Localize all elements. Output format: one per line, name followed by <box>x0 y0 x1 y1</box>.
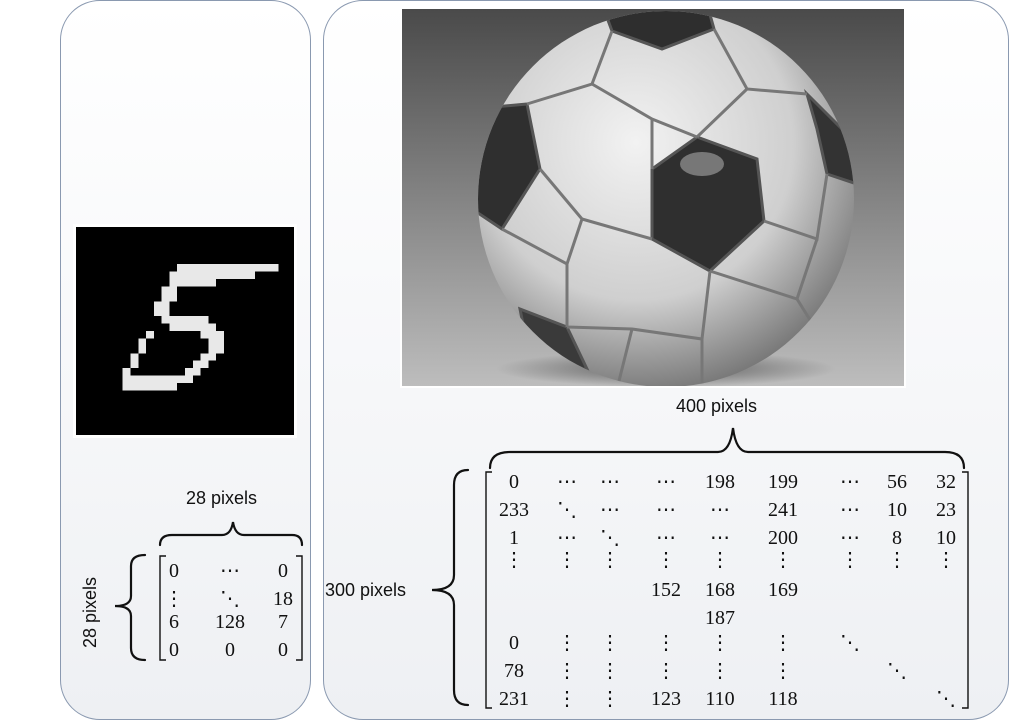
big-matrix-cell: 200 <box>768 527 798 549</box>
big-height-brace <box>431 468 470 707</box>
big-matrix-cell: ⋱ <box>936 688 956 710</box>
big-matrix-cell: 110 <box>705 688 735 710</box>
big-matrix-cell: 169 <box>768 579 798 601</box>
big-matrix-right-bracket <box>962 471 969 709</box>
big-matrix-cell: ⋮ <box>600 549 620 571</box>
big-matrix-cell: ⋱ <box>840 632 860 654</box>
big-matrix-cell: ⋮ <box>887 549 907 571</box>
big-matrix-cell: 0 <box>509 632 519 654</box>
small-matrix-cell: 0 <box>225 639 235 661</box>
big-matrix-cell: 10 <box>936 527 956 549</box>
big-matrix-cell: 10 <box>887 499 907 521</box>
big-matrix-cell: ⋮ <box>773 632 793 654</box>
small-height-brace <box>114 553 147 662</box>
big-matrix-cell: ⋯ <box>557 527 577 549</box>
big-matrix-cell: ⋮ <box>557 688 577 710</box>
big-matrix-cell: ⋯ <box>656 527 676 549</box>
big-matrix-cell: 199 <box>768 471 798 493</box>
braces-and-brackets <box>114 427 969 709</box>
big-matrix-cell: 1 <box>509 527 519 549</box>
big-matrix-cell: ⋮ <box>557 549 577 571</box>
small-matrix-cell: 0 <box>278 639 288 661</box>
big-matrix-cell: 231 <box>499 688 529 710</box>
small-matrix-cell: ⋱ <box>220 588 240 610</box>
big-matrix-cell: ⋮ <box>600 688 620 710</box>
big-matrix-cell: ⋮ <box>656 660 676 682</box>
big-matrix-left-bracket <box>485 471 492 709</box>
big-matrix-cell: 23 <box>936 499 956 521</box>
small-matrix-cell: 7 <box>278 611 288 633</box>
big-matrix-cell: ⋱ <box>600 527 620 549</box>
big-matrix-cell: ⋯ <box>840 471 860 493</box>
big-matrix-cell: ⋯ <box>656 471 676 493</box>
big-matrix-cell: 0 <box>509 471 519 493</box>
big-matrix-cell: 123 <box>651 688 681 710</box>
big-matrix-cell: 198 <box>705 471 735 493</box>
big-matrix-cell: ⋱ <box>557 499 577 521</box>
small-matrix-cell: 18 <box>273 588 293 610</box>
big-matrix-cell: ⋮ <box>710 549 730 571</box>
small-matrix-cell: ⋯ <box>220 560 240 582</box>
big-matrix-cell: ⋮ <box>773 549 793 571</box>
big-matrix-cell: 78 <box>504 660 524 682</box>
big-matrix-cell: ⋮ <box>557 660 577 682</box>
big-matrix-cell: ⋯ <box>710 527 730 549</box>
big-matrix-cell: ⋯ <box>656 499 676 521</box>
big-matrix-cell: ⋮ <box>504 549 524 571</box>
big-matrix-cell: 56 <box>887 471 907 493</box>
small-matrix-cell: 6 <box>169 611 179 633</box>
big-matrix-cell: ⋯ <box>840 499 860 521</box>
small-matrix-right-bracket <box>296 555 303 661</box>
small-width-brace <box>158 521 304 547</box>
big-matrix-cell: ⋮ <box>557 632 577 654</box>
big-matrix-cell: ⋮ <box>710 632 730 654</box>
small-matrix-cell: 0 <box>169 639 179 661</box>
big-matrix-cell: ⋮ <box>936 549 956 571</box>
big-matrix-cell: 118 <box>768 688 798 710</box>
big-matrix-cell: 241 <box>768 499 798 521</box>
big-matrix-cell: ⋮ <box>656 549 676 571</box>
big-matrix-cell: ⋯ <box>557 471 577 493</box>
big-matrix-cell: 168 <box>705 579 735 601</box>
big-matrix-cell: ⋯ <box>600 499 620 521</box>
big-matrix-cell: 32 <box>936 471 956 493</box>
big-matrix-cell: ⋱ <box>887 660 907 682</box>
big-matrix-cell: 8 <box>892 527 902 549</box>
big-matrix-cell: ⋮ <box>600 632 620 654</box>
big-matrix-cell: ⋮ <box>710 660 730 682</box>
small-matrix-cell: ⋮ <box>164 588 184 610</box>
big-matrix-cell: ⋮ <box>656 632 676 654</box>
big-matrix-cell: ⋯ <box>600 471 620 493</box>
big-matrix-cell: ⋮ <box>840 549 860 571</box>
small-matrix-cell: 0 <box>278 560 288 582</box>
big-matrix-cell: 187 <box>705 607 735 629</box>
big-matrix-cell: ⋯ <box>710 499 730 521</box>
small-matrix-cell: 128 <box>215 611 245 633</box>
big-matrix-cell: ⋮ <box>773 660 793 682</box>
small-matrix-cell: 0 <box>169 560 179 582</box>
big-matrix-cell: 152 <box>651 579 681 601</box>
big-width-brace <box>488 427 966 470</box>
big-matrix-cell: ⋮ <box>600 660 620 682</box>
big-matrix-cell: 233 <box>499 499 529 521</box>
big-matrix-cell: ⋯ <box>840 527 860 549</box>
